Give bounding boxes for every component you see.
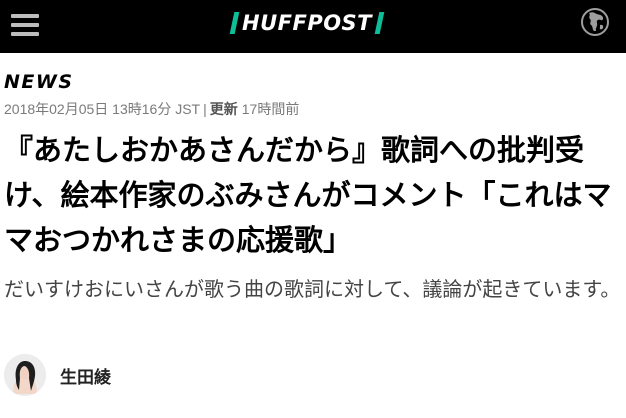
globe-icon[interactable] xyxy=(580,7,610,37)
updated-ago: 17時間前 xyxy=(241,101,300,117)
published-date: 2018年02月05日 13時16分 JST xyxy=(4,101,201,117)
menu-line xyxy=(11,23,39,27)
article-subtitle: だいすけおにいさんが歌う曲の歌詞に対して、議論が起きています。 xyxy=(4,277,621,301)
huffpost-logo[interactable]: HUFFPOST xyxy=(229,10,385,36)
hamburger-menu-icon[interactable] xyxy=(11,12,39,38)
article-timestamp: 2018年02月05日 13時16分 JST | 更新 17時間前 xyxy=(4,99,299,119)
updated-label: 更新 xyxy=(209,101,238,117)
author-byline[interactable]: 生田綾 xyxy=(4,354,111,396)
author-name[interactable]: 生田綾 xyxy=(60,363,111,388)
menu-line xyxy=(11,32,39,36)
author-photo xyxy=(4,354,46,396)
article-headline: 『あたしおかあさんだから』歌詞への批判受け、絵本作家のぶみさんがコメント「これは… xyxy=(4,133,612,257)
author-avatar[interactable] xyxy=(4,354,46,396)
meta-separator: | xyxy=(203,101,207,117)
menu-line xyxy=(11,14,39,18)
logo-text: HUFFPOST xyxy=(242,11,373,35)
top-navigation-bar: HUFFPOST xyxy=(0,0,626,53)
section-label[interactable]: NEWS xyxy=(4,71,74,93)
